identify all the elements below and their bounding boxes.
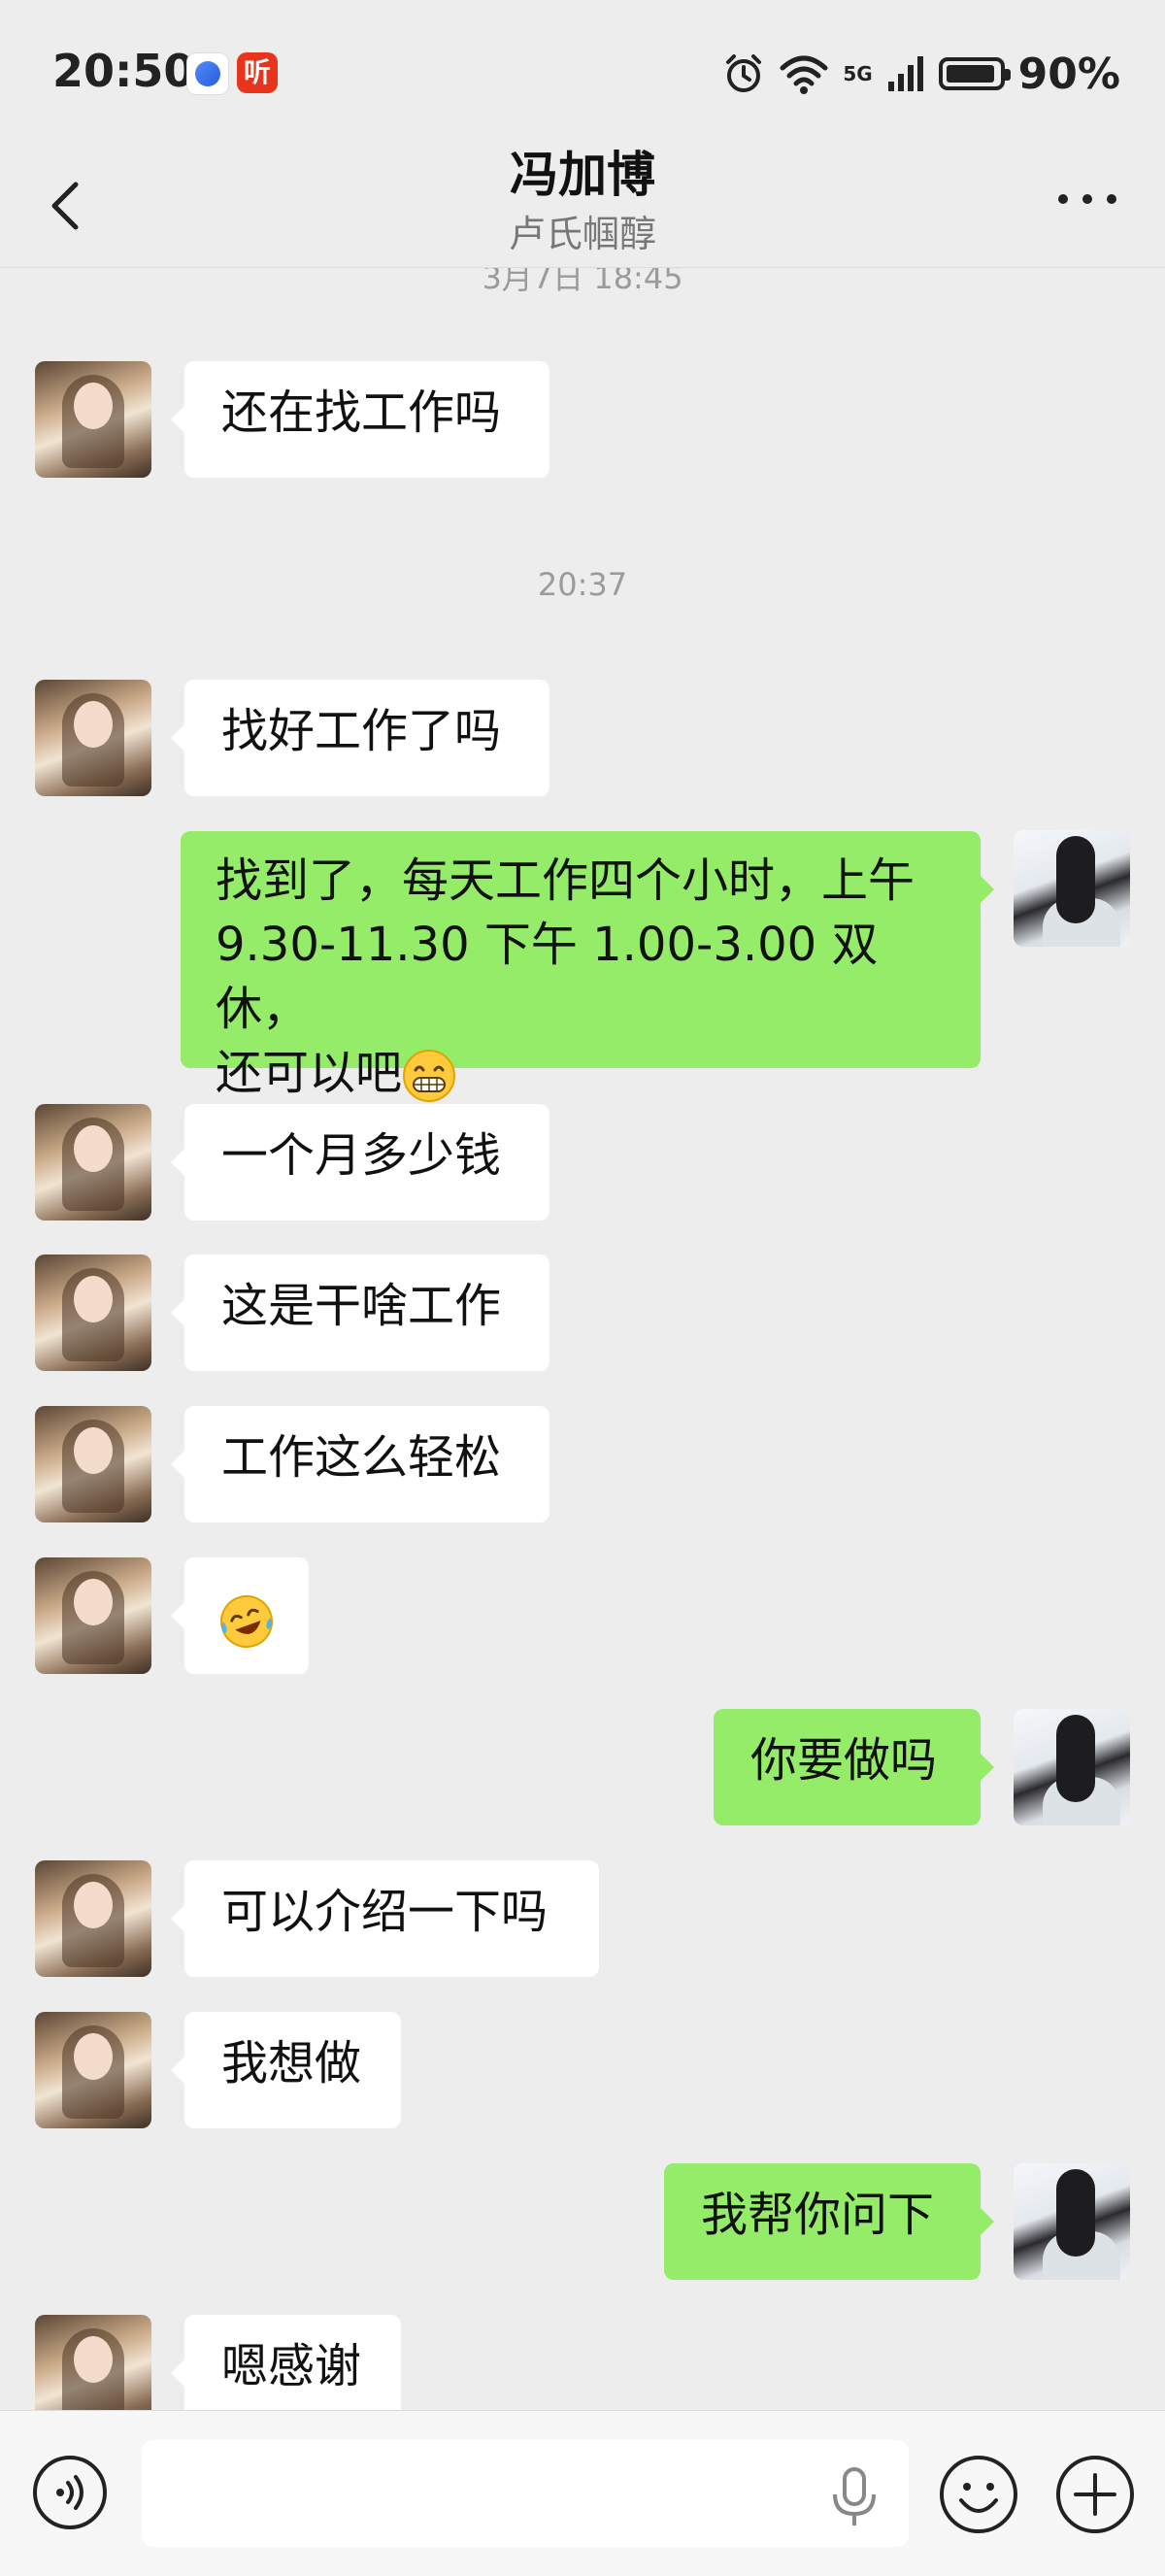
listen-app-icon: 听 <box>237 52 278 93</box>
more-icon[interactable] <box>1058 184 1116 214</box>
contact-avatar[interactable] <box>35 2012 151 2128</box>
contact-avatar[interactable] <box>35 1860 151 1977</box>
my-avatar[interactable] <box>1014 2163 1130 2280</box>
message-bubble-in[interactable]: 可以介绍一下吗 <box>171 1860 599 1977</box>
voice-icon[interactable] <box>31 2454 109 2531</box>
contact-avatar[interactable] <box>35 1255 151 1371</box>
message-line: 还可以吧 <box>216 1041 946 1105</box>
timestamp: 20:37 <box>537 566 628 603</box>
signal-icon <box>887 56 923 91</box>
contact-avatar[interactable] <box>35 361 151 478</box>
contact-avatar[interactable] <box>35 1406 151 1522</box>
message-line-text: 还可以吧 <box>216 1046 403 1100</box>
input-bar <box>0 2410 1165 2576</box>
message-list[interactable]: 3月7日 18:45 还在找工作吗 20:37 找好工作了吗 找到了，每天工作四… <box>0 267 1165 2410</box>
wifi-icon <box>780 55 828 94</box>
message-bubble-in[interactable]: 这是干啥工作 <box>171 1255 549 1371</box>
alarm-icon <box>726 54 762 92</box>
rofl-emoji-icon <box>220 1595 273 1648</box>
message-line: 9.30-11.30 下午 1.00-3.00 双休， <box>216 918 879 1036</box>
message-input[interactable] <box>142 2440 909 2547</box>
message-bubble-in[interactable]: 嗯感谢 <box>171 2315 401 2410</box>
battery-icon <box>938 57 1011 90</box>
message-bubble-in[interactable]: 找好工作了吗 <box>171 680 549 796</box>
message-bubble-in[interactable] <box>171 1557 309 1674</box>
chat-title[interactable]: 冯加博 <box>0 136 1165 206</box>
contact-avatar[interactable] <box>35 680 151 796</box>
battery-percent: 90% <box>1017 49 1120 99</box>
message-bubble-in[interactable]: 一个月多少钱 <box>171 1104 549 1221</box>
message-bubble-in[interactable]: 我想做 <box>171 2012 401 2128</box>
status-time: 20:50 <box>52 45 195 97</box>
message-bubble-out[interactable]: 找到了，每天工作四个小时，上午 9.30-11.30 下午 1.00-3.00 … <box>181 831 994 1102</box>
emoji-icon[interactable] <box>938 2454 1019 2535</box>
app-notification-icon <box>186 52 229 95</box>
contact-avatar[interactable] <box>35 1557 151 1674</box>
message-bubble-in[interactable]: 工作这么轻松 <box>171 1406 549 1522</box>
my-avatar[interactable] <box>1014 830 1130 947</box>
message-line: 找到了，每天工作四个小时，上午 <box>216 853 915 908</box>
status-icons: 5G 90% <box>722 45 1120 103</box>
message-bubble-out[interactable]: 我帮你问下 <box>664 2163 994 2280</box>
message-bubble-in[interactable]: 还在找工作吗 <box>171 361 549 478</box>
chat-header: 冯加博 卢氏帼醇 <box>0 126 1165 268</box>
plus-icon[interactable] <box>1054 2454 1136 2535</box>
contact-avatar[interactable] <box>35 1104 151 1221</box>
my-avatar[interactable] <box>1014 1709 1130 1825</box>
status-bar: 20:50 听 5G 90% <box>0 0 1165 146</box>
network-type: 5G <box>843 62 873 85</box>
message-bubble-out[interactable]: 你要做吗 <box>714 1709 994 1825</box>
mic-icon[interactable] <box>827 2465 882 2529</box>
contact-avatar[interactable] <box>35 2315 151 2410</box>
timestamp: 3月7日 18:45 <box>482 267 683 296</box>
chat-subtitle: 卢氏帼醇 <box>508 213 656 255</box>
grin-emoji-icon <box>403 1050 456 1102</box>
